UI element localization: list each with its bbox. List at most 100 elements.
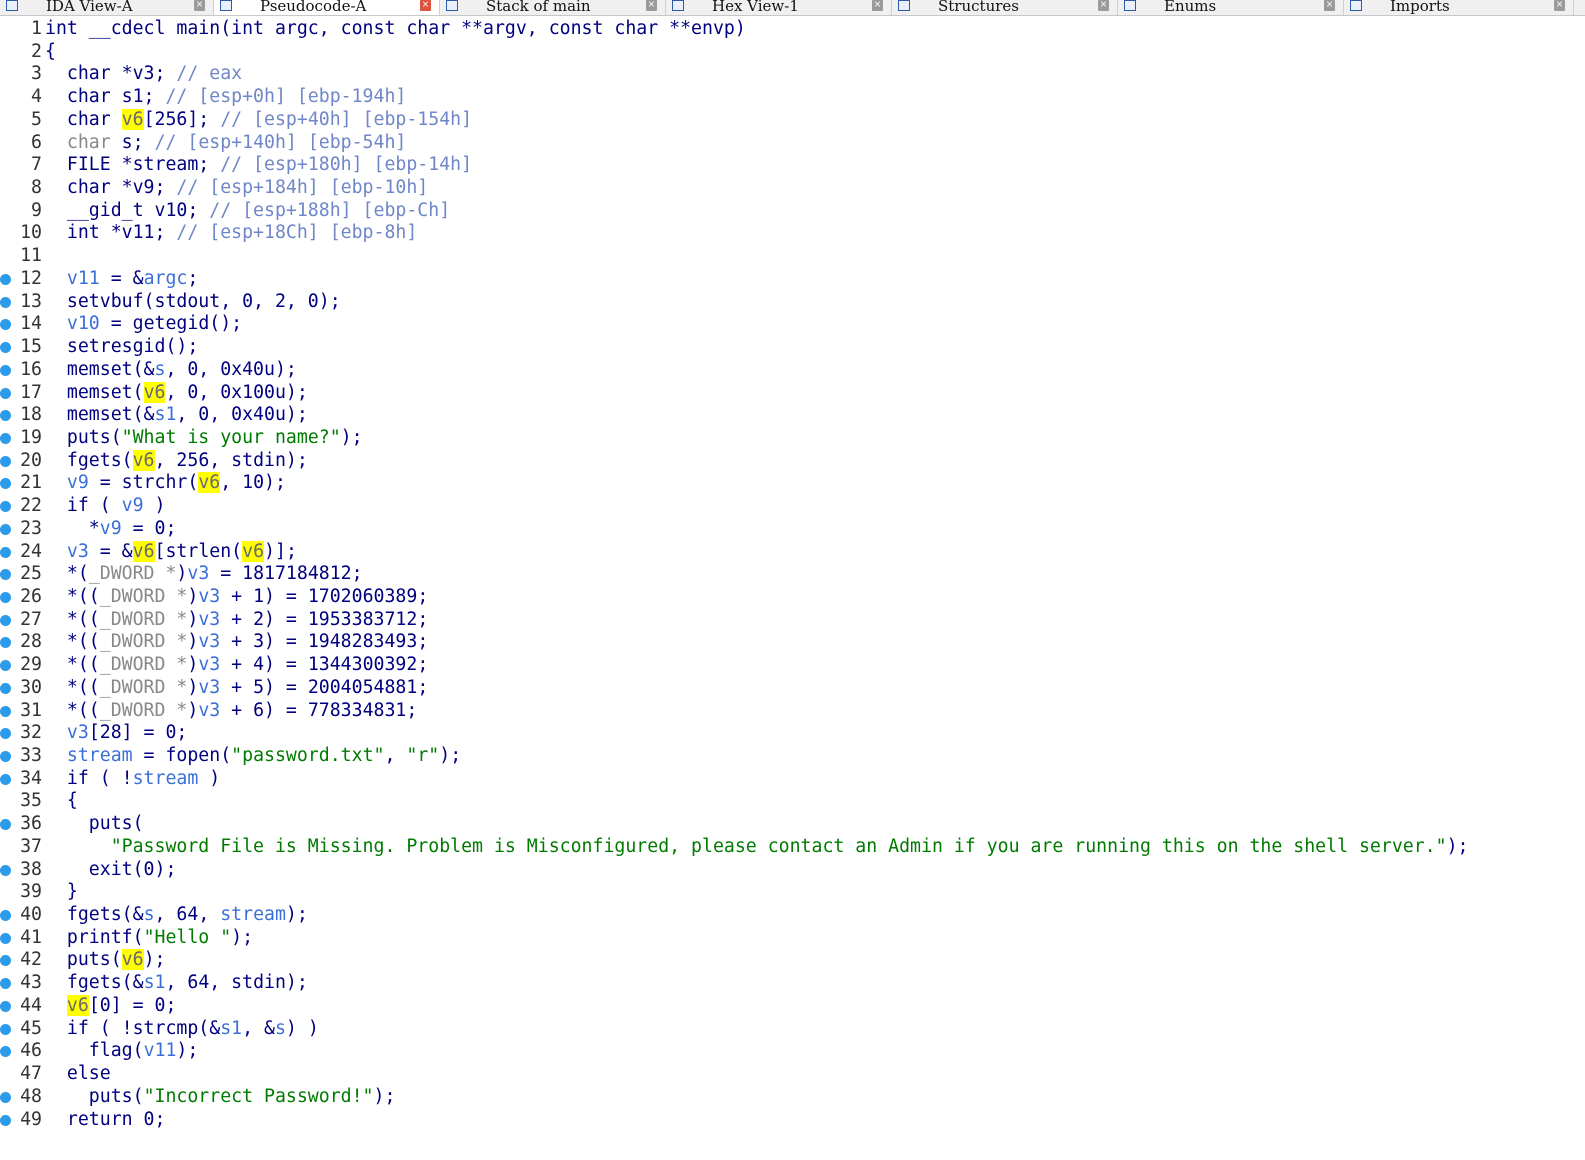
code-token: puts( <box>45 813 144 835</box>
close-icon[interactable]: × <box>1554 0 1565 11</box>
code-token: [strlen( <box>154 540 243 562</box>
code-token: char s1; <box>45 86 166 108</box>
code-token: v9 <box>121 495 144 517</box>
close-icon[interactable]: × <box>1324 0 1335 11</box>
code-line[interactable]: 24 v3 = &v6[strlen(v6)]; <box>0 540 1585 564</box>
line-number: 28 <box>20 631 42 653</box>
tab-ida-view-a[interactable]: IDA View-A × <box>0 0 214 15</box>
code-token: _DWORD * <box>99 608 188 630</box>
code-line[interactable]: 11 <box>0 245 1585 268</box>
tab-pseudocode-a[interactable]: Pseudocode-A × <box>214 0 440 15</box>
code-line[interactable]: 17 memset(v6, 0, 0x100u); <box>0 381 1585 405</box>
code-line[interactable]: 12 v11 = &argc; <box>0 268 1585 291</box>
code-token: v9 <box>99 517 122 539</box>
code-line[interactable]: 49 return 0; <box>0 1109 1585 1132</box>
code-text: int __cdecl main(int argc, const char **… <box>45 18 746 41</box>
code-line[interactable]: 38 exit(0); <box>0 859 1585 882</box>
code-line[interactable]: 14 v10 = getegid(); <box>0 313 1585 336</box>
line-number: 30 <box>20 676 42 698</box>
code-token: stream <box>220 904 286 926</box>
line-number: 3 <box>31 63 42 85</box>
code-token: + 4) = 1344300392; <box>220 654 429 676</box>
code-token: v3 <box>198 631 221 653</box>
code-token: ) <box>198 767 221 789</box>
code-line[interactable]: 4 char s1; // [esp+0h] [ebp-194h] <box>0 86 1585 109</box>
code-line[interactable]: 40 fgets(&s, 64, stream); <box>0 904 1585 927</box>
code-line[interactable]: 22 if ( v9 ) <box>0 495 1585 518</box>
code-line[interactable]: 23 *v9 = 0; <box>0 518 1585 541</box>
line-number: 32 <box>20 722 42 744</box>
code-line[interactable]: 15 setresgid(); <box>0 336 1585 359</box>
close-icon[interactable]: × <box>420 0 431 11</box>
code-line[interactable]: 34 if ( !stream ) <box>0 768 1585 791</box>
stack-icon <box>446 0 458 11</box>
code-line[interactable]: 18 memset(&s1, 0, 0x40u); <box>0 404 1585 427</box>
code-line[interactable]: 26 *((_DWORD *)v3 + 1) = 1702060389; <box>0 586 1585 609</box>
code-line[interactable]: 32 v3[28] = 0; <box>0 722 1585 745</box>
code-line[interactable]: 33 stream = fopen("password.txt", "r"); <box>0 745 1585 768</box>
code-line[interactable]: 39 } <box>0 881 1585 904</box>
code-token: * <box>45 517 100 539</box>
code-line[interactable]: 1 int __cdecl main(int argc, const char *… <box>0 18 1585 41</box>
code-line[interactable]: 31 *((_DWORD *)v3 + 6) = 778334831; <box>0 700 1585 723</box>
code-line[interactable]: 3 char *v3; // eax <box>0 63 1585 86</box>
code-text: memset(v6, 0, 0x100u); <box>45 381 308 405</box>
code-token: flag( <box>45 1040 144 1062</box>
code-line[interactable]: 45 if ( !strcmp(&s1, &s) ) <box>0 1018 1585 1041</box>
code-line[interactable]: 13 setvbuf(stdout, 0, 2, 0); <box>0 291 1585 314</box>
line-number: 5 <box>31 108 42 130</box>
code-line[interactable]: 16 memset(&s, 0, 0x40u); <box>0 359 1585 382</box>
code-line[interactable]: 21 v9 = strchr(v6, 10); <box>0 472 1585 495</box>
tab-label: Structures <box>938 0 1019 15</box>
code-token: , 64, stdin); <box>165 972 308 994</box>
code-text: *(_DWORD *)v3 = 1817184812; <box>45 563 363 586</box>
code-line[interactable]: 41 printf("Hello "); <box>0 927 1585 950</box>
tab-enums[interactable]: Enums × <box>1118 0 1344 15</box>
code-text: __gid_t v10; // [esp+188h] [ebp-Ch] <box>45 200 450 223</box>
close-icon[interactable]: × <box>1098 0 1109 11</box>
tab-stack-of-main[interactable]: Stack of main × <box>440 0 666 15</box>
tab-imports[interactable]: Imports × <box>1344 0 1574 15</box>
code-token: _DWORD * <box>99 631 188 653</box>
code-token: + 5) = 2004054881; <box>220 676 429 698</box>
code-line[interactable]: 42 puts(v6); <box>0 949 1585 972</box>
code-token: = & <box>88 540 133 562</box>
close-icon[interactable]: × <box>646 0 657 11</box>
code-line[interactable]: 35 { <box>0 790 1585 813</box>
code-line[interactable]: 8 char *v9; // [esp+184h] [ebp-10h] <box>0 177 1585 200</box>
code-line[interactable]: 36 puts( <box>0 813 1585 836</box>
code-token: ) <box>187 631 199 653</box>
pseudocode-view[interactable]: 1 int __cdecl main(int argc, const char *… <box>0 18 1585 1131</box>
code-line[interactable]: 44 v6[0] = 0; <box>0 994 1585 1018</box>
code-line[interactable]: 47 else <box>0 1063 1585 1086</box>
line-number: 27 <box>20 608 42 630</box>
code-line[interactable]: 29 *((_DWORD *)v3 + 4) = 1344300392; <box>0 654 1585 677</box>
code-line[interactable]: 46 flag(v11); <box>0 1040 1585 1063</box>
line-number: 46 <box>20 1040 42 1062</box>
code-token: v9 <box>66 472 89 494</box>
code-line[interactable]: 7 FILE *stream; // [esp+180h] [ebp-14h] <box>0 154 1585 177</box>
code-line[interactable]: 2{ <box>0 41 1585 64</box>
code-line[interactable]: 5 char v6[256]; // [esp+40h] [ebp-154h] <box>0 108 1585 132</box>
code-line[interactable]: 20 fgets(v6, 256, stdin); <box>0 449 1585 473</box>
highlighted-token: v6 <box>66 994 89 1016</box>
close-icon[interactable]: × <box>194 0 205 11</box>
code-line[interactable]: 48 puts("Incorrect Password!"); <box>0 1086 1585 1109</box>
code-line[interactable]: 30 *((_DWORD *)v3 + 5) = 2004054881; <box>0 677 1585 700</box>
code-line[interactable]: 37 "Password File is Missing. Problem is… <box>0 836 1585 859</box>
code-line[interactable]: 43 fgets(&s1, 64, stdin); <box>0 972 1585 995</box>
highlighted-token: v6 <box>242 540 265 562</box>
tab-hex-view-1[interactable]: Hex View-1 × <box>666 0 892 15</box>
close-icon[interactable]: × <box>872 0 883 11</box>
code-line[interactable]: 6 char s; // [esp+140h] [ebp-54h] <box>0 132 1585 155</box>
line-number: 49 <box>20 1108 42 1130</box>
code-line[interactable]: 9 __gid_t v10; // [esp+188h] [ebp-Ch] <box>0 200 1585 223</box>
code-line[interactable]: 25 *(_DWORD *)v3 = 1817184812; <box>0 563 1585 586</box>
code-text: *((_DWORD *)v3 + 6) = 778334831; <box>45 700 417 723</box>
code-line[interactable]: 10 int *v11; // [esp+18Ch] [ebp-8h] <box>0 222 1585 245</box>
code-line[interactable]: 28 *((_DWORD *)v3 + 3) = 1948283493; <box>0 631 1585 654</box>
code-line[interactable]: 27 *((_DWORD *)v3 + 2) = 1953383712; <box>0 609 1585 632</box>
tab-structures[interactable]: Structures × <box>892 0 1118 15</box>
code-line[interactable]: 19 puts("What is your name?"); <box>0 427 1585 450</box>
line-number: 7 <box>31 154 42 176</box>
